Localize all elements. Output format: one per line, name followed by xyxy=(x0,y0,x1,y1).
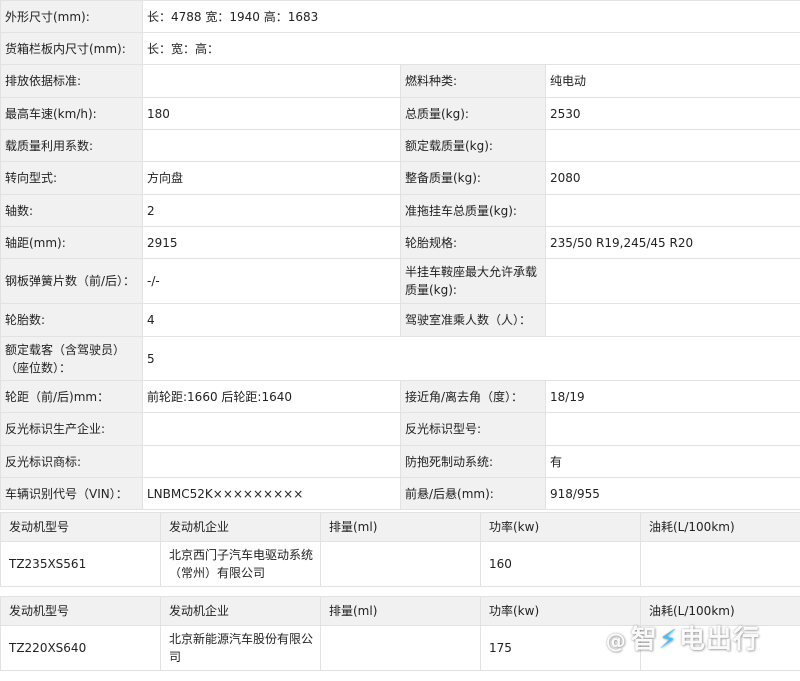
spec-value: 长：宽：高： xyxy=(142,32,800,65)
spec-label: 燃料种类: xyxy=(400,64,546,98)
engine-table-1: 发动机型号 发动机企业 排量(ml) 功率(kw) 油耗(L/100km) TZ… xyxy=(0,512,800,587)
spec-label: 钢板弹簧片数（前/后）： xyxy=(0,258,143,304)
spec-label: 驾驶室准乘人数（人）： xyxy=(400,303,546,337)
spec-label: 额定载质量(kg): xyxy=(400,129,546,162)
spec-value xyxy=(142,445,401,478)
spec-value: 2 xyxy=(142,194,401,227)
lightning-icon: ⚡ xyxy=(658,625,678,655)
spec-value: 5 xyxy=(142,336,800,381)
spec-label: 轮距（前/后)mm： xyxy=(0,380,143,413)
spec-value: 918/955 xyxy=(545,477,800,510)
spec-label: 货箱栏板内尺寸(mm): xyxy=(0,32,143,65)
spec-value xyxy=(545,303,800,337)
spec-label: 车辆识别代号（VIN）： xyxy=(0,477,143,510)
engine-power: 160 xyxy=(480,541,641,587)
spec-value xyxy=(545,129,800,162)
engine-header-cell: 发动机型号 xyxy=(0,512,161,542)
spec-label: 前悬/后悬(mm): xyxy=(400,477,546,510)
spec-row: 外形尺寸(mm): 长：4788 宽：1940 高：1683 xyxy=(0,0,800,33)
spec-value: 方向盘 xyxy=(142,161,401,195)
engine-displacement xyxy=(320,625,481,671)
engine-header-row: 发动机型号 发动机企业 排量(ml) 功率(kw) 油耗(L/100km) xyxy=(0,512,800,542)
spec-row: 载质量利用系数: 额定载质量(kg): xyxy=(0,129,800,162)
spec-value: -/- xyxy=(142,258,401,304)
spec-value xyxy=(142,129,401,162)
spec-label: 最高车速(km/h): xyxy=(0,97,143,130)
spec-row: 最高车速(km/h): 180 总质量(kg): 2530 xyxy=(0,97,800,130)
spec-value xyxy=(142,412,401,446)
spec-label: 反光标识商标: xyxy=(0,445,143,478)
spec-row: 轴距(mm): 2915 轮胎规格: 235/50 R19,245/45 R20 xyxy=(0,226,800,259)
engine-header-cell: 排量(ml) xyxy=(320,596,481,626)
engine-header-cell: 发动机企业 xyxy=(160,512,321,542)
spec-row: 轮距（前/后)mm： 前轮距:1660 后轮距:1640 接近角/离去角（度）：… xyxy=(0,380,800,413)
spec-label: 总质量(kg): xyxy=(400,97,546,130)
engine-model: TZ220XS640 xyxy=(0,625,161,671)
spec-row: 反光标识商标: 防抱死制动系统: 有 xyxy=(0,445,800,478)
spec-value xyxy=(545,412,800,446)
spec-label: 外形尺寸(mm): xyxy=(0,0,143,33)
spec-value: 长：4788 宽：1940 高：1683 xyxy=(142,0,800,33)
spec-value: 235/50 R19,245/45 R20 xyxy=(545,226,800,259)
spec-label: 反光标识型号: xyxy=(400,412,546,446)
spec-value: 有 xyxy=(545,445,800,478)
engine-header-cell: 功率(kw) xyxy=(480,512,641,542)
spec-label: 反光标识生产企业: xyxy=(0,412,143,446)
spec-row: 车辆识别代号（VIN）： LNBMC52K××××××××× 前悬/后悬(mm)… xyxy=(0,477,800,510)
spec-row: 轴数: 2 准拖挂车总质量(kg): xyxy=(0,194,800,227)
spec-label: 轮胎规格: xyxy=(400,226,546,259)
watermark-text-a: 智 xyxy=(630,625,658,655)
spec-value: 2080 xyxy=(545,161,800,195)
spec-value: 2915 xyxy=(142,226,401,259)
spec-label: 载质量利用系数: xyxy=(0,129,143,162)
engine-fuel xyxy=(640,541,800,587)
spec-value: 2530 xyxy=(545,97,800,130)
engine-header-cell: 油耗(L/100km) xyxy=(640,512,800,542)
spec-row: 货箱栏板内尺寸(mm): 长：宽：高： xyxy=(0,32,800,65)
spec-value: 180 xyxy=(142,97,401,130)
spec-label: 整备质量(kg): xyxy=(400,161,546,195)
spec-row: 钢板弹簧片数（前/后）： -/- 半挂车鞍座最大允许承载质量(kg): xyxy=(0,258,800,304)
watermark-text-b: 电出行 xyxy=(678,625,760,655)
engine-row: TZ235XS561 北京西门子汽车电驱动系统（常州）有限公司 160 xyxy=(0,541,800,587)
spec-label: 额定载客（含驾驶员）（座位数）： xyxy=(0,336,143,381)
engine-header-cell: 发动机型号 xyxy=(0,596,161,626)
spec-label: 轮胎数: xyxy=(0,303,143,337)
watermark-logo: @ 智⚡电出行 xyxy=(606,619,760,656)
spec-row: 反光标识生产企业: 反光标识型号: xyxy=(0,412,800,446)
engine-header-cell: 排量(ml) xyxy=(320,512,481,542)
spec-row: 转向型式: 方向盘 整备质量(kg): 2080 xyxy=(0,161,800,195)
spec-label: 防抱死制动系统: xyxy=(400,445,546,478)
spec-row: 排放依据标准: 燃料种类: 纯电动 xyxy=(0,64,800,98)
spec-label: 排放依据标准: xyxy=(0,64,143,98)
spec-value xyxy=(545,258,800,304)
spec-label: 半挂车鞍座最大允许承载质量(kg): xyxy=(400,258,546,304)
engine-company: 北京新能源汽车股份有限公司 xyxy=(160,625,321,671)
engine-header-cell: 发动机企业 xyxy=(160,596,321,626)
engine-model: TZ235XS561 xyxy=(0,541,161,587)
spec-value: LNBMC52K××××××××× xyxy=(142,477,401,510)
spec-value xyxy=(545,194,800,227)
engine-displacement xyxy=(320,541,481,587)
spec-row: 轮胎数: 4 驾驶室准乘人数（人）： xyxy=(0,303,800,337)
spec-row: 额定载客（含驾驶员）（座位数）： 5 xyxy=(0,336,800,381)
spec-value: 18/19 xyxy=(545,380,800,413)
engine-company: 北京西门子汽车电驱动系统（常州）有限公司 xyxy=(160,541,321,587)
spec-label: 接近角/离去角（度）： xyxy=(400,380,546,413)
spec-value: 4 xyxy=(142,303,401,337)
spec-value xyxy=(142,64,401,98)
spec-label: 轴数: xyxy=(0,194,143,227)
spec-value: 纯电动 xyxy=(545,64,800,98)
spec-label: 轴距(mm): xyxy=(0,226,143,259)
watermark-at: @ xyxy=(605,629,627,653)
vehicle-spec-table: 外形尺寸(mm): 长：4788 宽：1940 高：1683 货箱栏板内尺寸(m… xyxy=(0,0,800,510)
spec-label: 转向型式: xyxy=(0,161,143,195)
spec-value: 前轮距:1660 后轮距:1640 xyxy=(142,380,401,413)
spec-label: 准拖挂车总质量(kg): xyxy=(400,194,546,227)
